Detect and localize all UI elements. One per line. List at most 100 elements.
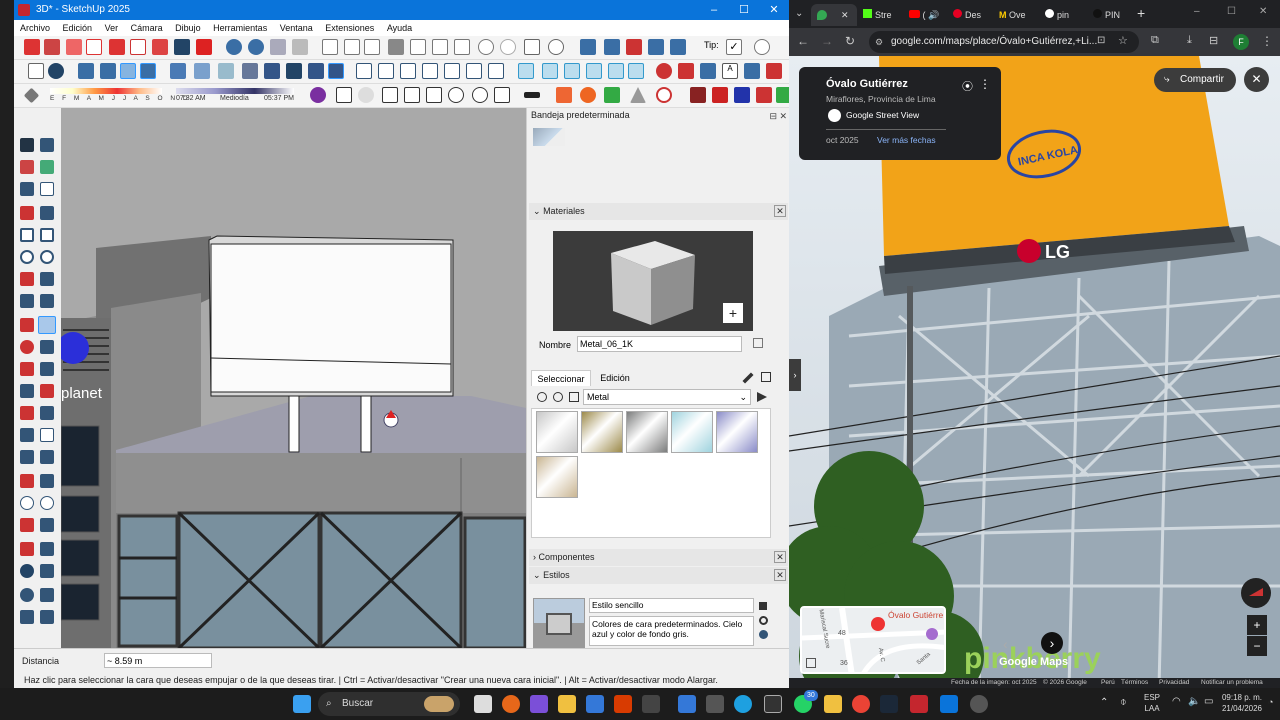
shaded-textures-icon[interactable] bbox=[218, 63, 234, 79]
page-icon[interactable] bbox=[28, 63, 44, 79]
menu-herramientas[interactable]: Herramientas bbox=[213, 23, 267, 33]
language-indicator[interactable]: ESP LAA bbox=[1144, 692, 1160, 714]
save-icon[interactable] bbox=[364, 39, 380, 55]
search-box[interactable]: ⌕ Buscar bbox=[318, 692, 460, 716]
folder-icon[interactable] bbox=[824, 695, 842, 713]
obs-icon[interactable] bbox=[970, 695, 988, 713]
component-b-icon[interactable] bbox=[378, 63, 394, 79]
open-file-icon[interactable] bbox=[344, 39, 360, 55]
minimize-button[interactable]: – bbox=[1194, 6, 1200, 17]
eraser-icon[interactable] bbox=[44, 39, 60, 55]
letter-a-icon[interactable] bbox=[40, 450, 54, 464]
print-icon[interactable] bbox=[524, 39, 540, 55]
powerpoint-icon[interactable] bbox=[614, 695, 632, 713]
house-icon[interactable] bbox=[400, 63, 416, 79]
look-icon[interactable] bbox=[40, 564, 54, 578]
nav-right-icon[interactable]: › bbox=[1041, 632, 1063, 654]
tab-pinterest-des[interactable]: Des bbox=[953, 4, 993, 26]
tab-google-pin[interactable]: pin bbox=[1045, 4, 1085, 26]
new-file-icon[interactable] bbox=[322, 39, 338, 55]
film-icon[interactable] bbox=[382, 87, 398, 103]
home-icon[interactable] bbox=[569, 392, 579, 402]
style-save-icon[interactable] bbox=[759, 602, 767, 610]
tape-icon[interactable] bbox=[20, 384, 34, 398]
extension-icon[interactable] bbox=[626, 39, 642, 55]
push-a-icon[interactable] bbox=[712, 87, 728, 103]
side-panel-toggle[interactable]: › bbox=[789, 359, 801, 391]
wireframe-icon[interactable] bbox=[140, 63, 156, 79]
layer-f-icon[interactable] bbox=[628, 63, 644, 79]
xray-icon[interactable] bbox=[100, 63, 116, 79]
profile-avatar[interactable]: F bbox=[1233, 34, 1249, 50]
zoom-icon[interactable] bbox=[86, 39, 102, 55]
sketchup-taskbar-icon[interactable] bbox=[940, 695, 958, 713]
style-description-field[interactable]: Colores de cara predeterminados. Cielo a… bbox=[589, 616, 754, 646]
menu-edicion[interactable]: Edición bbox=[63, 23, 93, 33]
add-material-button[interactable]: + bbox=[723, 303, 743, 323]
style-update-icon[interactable] bbox=[759, 616, 768, 625]
menu-dibujo[interactable]: Dibujo bbox=[175, 23, 201, 33]
warehouse-icon[interactable] bbox=[580, 39, 596, 55]
extensions-icon[interactable]: ⧉ bbox=[1151, 34, 1159, 47]
paint-icon[interactable] bbox=[580, 87, 596, 103]
tiktok-icon[interactable] bbox=[642, 695, 660, 713]
menu-camara[interactable]: Cámara bbox=[131, 23, 163, 33]
walk-tool-icon[interactable] bbox=[20, 542, 34, 556]
materials-close-icon[interactable]: ✕ bbox=[774, 205, 786, 217]
firefox-icon[interactable] bbox=[502, 695, 520, 713]
zoom-extents-icon[interactable] bbox=[109, 39, 125, 55]
footer-terms[interactable]: Términos bbox=[1121, 678, 1148, 688]
folder-icon[interactable] bbox=[426, 87, 442, 103]
tab-mcdonalds[interactable]: M Ove bbox=[999, 4, 1041, 26]
close-button[interactable]: ✕ bbox=[759, 0, 789, 20]
orbit-icon[interactable] bbox=[130, 39, 146, 55]
tray-chevron-icon[interactable]: ⌃ bbox=[1100, 697, 1108, 708]
teams-icon[interactable] bbox=[530, 695, 548, 713]
maximize-button[interactable]: ☐ bbox=[729, 0, 759, 20]
eyedropper-icon[interactable] bbox=[742, 372, 754, 384]
scale-icon[interactable] bbox=[20, 362, 34, 376]
model-info-icon[interactable] bbox=[548, 39, 564, 55]
person-icon[interactable] bbox=[48, 63, 64, 79]
gear-icon[interactable] bbox=[472, 87, 488, 103]
axes-left-icon[interactable] bbox=[40, 406, 54, 420]
sandbox-a-icon[interactable] bbox=[20, 588, 34, 602]
swatch-metal-2[interactable] bbox=[581, 411, 623, 453]
terminal-icon[interactable] bbox=[706, 695, 724, 713]
eye-icon[interactable] bbox=[20, 564, 34, 578]
sidebar-icon[interactable]: ⊟ bbox=[1209, 34, 1218, 47]
battery-icon[interactable]: ▭ bbox=[1204, 696, 1213, 707]
app-icon[interactable] bbox=[764, 695, 782, 713]
component-c-icon[interactable] bbox=[422, 63, 438, 79]
profile-icon[interactable] bbox=[310, 87, 326, 103]
section-icon[interactable] bbox=[656, 63, 672, 79]
street-view[interactable]: INCA KOLA LG pinkberry Óvalo Gutiérrez M… bbox=[789, 56, 1280, 688]
distance-input[interactable] bbox=[104, 653, 212, 668]
save-library-icon[interactable] bbox=[761, 372, 771, 382]
3dtext-icon[interactable] bbox=[40, 428, 54, 442]
shaded-icon[interactable] bbox=[194, 63, 210, 79]
styles-header[interactable]: ⌄ Estilos ✕ bbox=[529, 567, 788, 584]
swatch-metal-4[interactable] bbox=[671, 411, 713, 453]
style-c-icon[interactable] bbox=[308, 63, 324, 79]
swatch-metal-6[interactable] bbox=[536, 456, 578, 498]
minimap[interactable]: Óvalo Gutiérre 48 36 Mariscal Sucre Av. … bbox=[800, 606, 946, 674]
model-materials-icon[interactable] bbox=[553, 392, 563, 402]
push-pull-icon[interactable] bbox=[38, 316, 56, 334]
rectangle-icon[interactable] bbox=[20, 228, 34, 242]
lasso-icon[interactable] bbox=[40, 138, 54, 152]
tab-stream[interactable]: Stre bbox=[863, 4, 905, 26]
tips-button[interactable]: Tip: bbox=[704, 40, 719, 50]
orbit-tool-icon[interactable] bbox=[20, 474, 34, 488]
duplicate-material-icon[interactable] bbox=[753, 338, 763, 348]
material-name-input[interactable] bbox=[577, 336, 742, 352]
hidden-line-icon[interactable] bbox=[170, 63, 186, 79]
forward-icon[interactable]: → bbox=[821, 34, 833, 48]
star-icon[interactable]: ☆ bbox=[1118, 34, 1128, 47]
line-icon[interactable] bbox=[20, 206, 34, 220]
arrow-select-icon[interactable] bbox=[20, 138, 34, 152]
menu-ayuda[interactable]: Ayuda bbox=[387, 23, 412, 33]
view-iso-icon[interactable] bbox=[226, 39, 242, 55]
rotated-rect-icon[interactable] bbox=[40, 228, 54, 242]
view-top-icon[interactable] bbox=[248, 39, 264, 55]
